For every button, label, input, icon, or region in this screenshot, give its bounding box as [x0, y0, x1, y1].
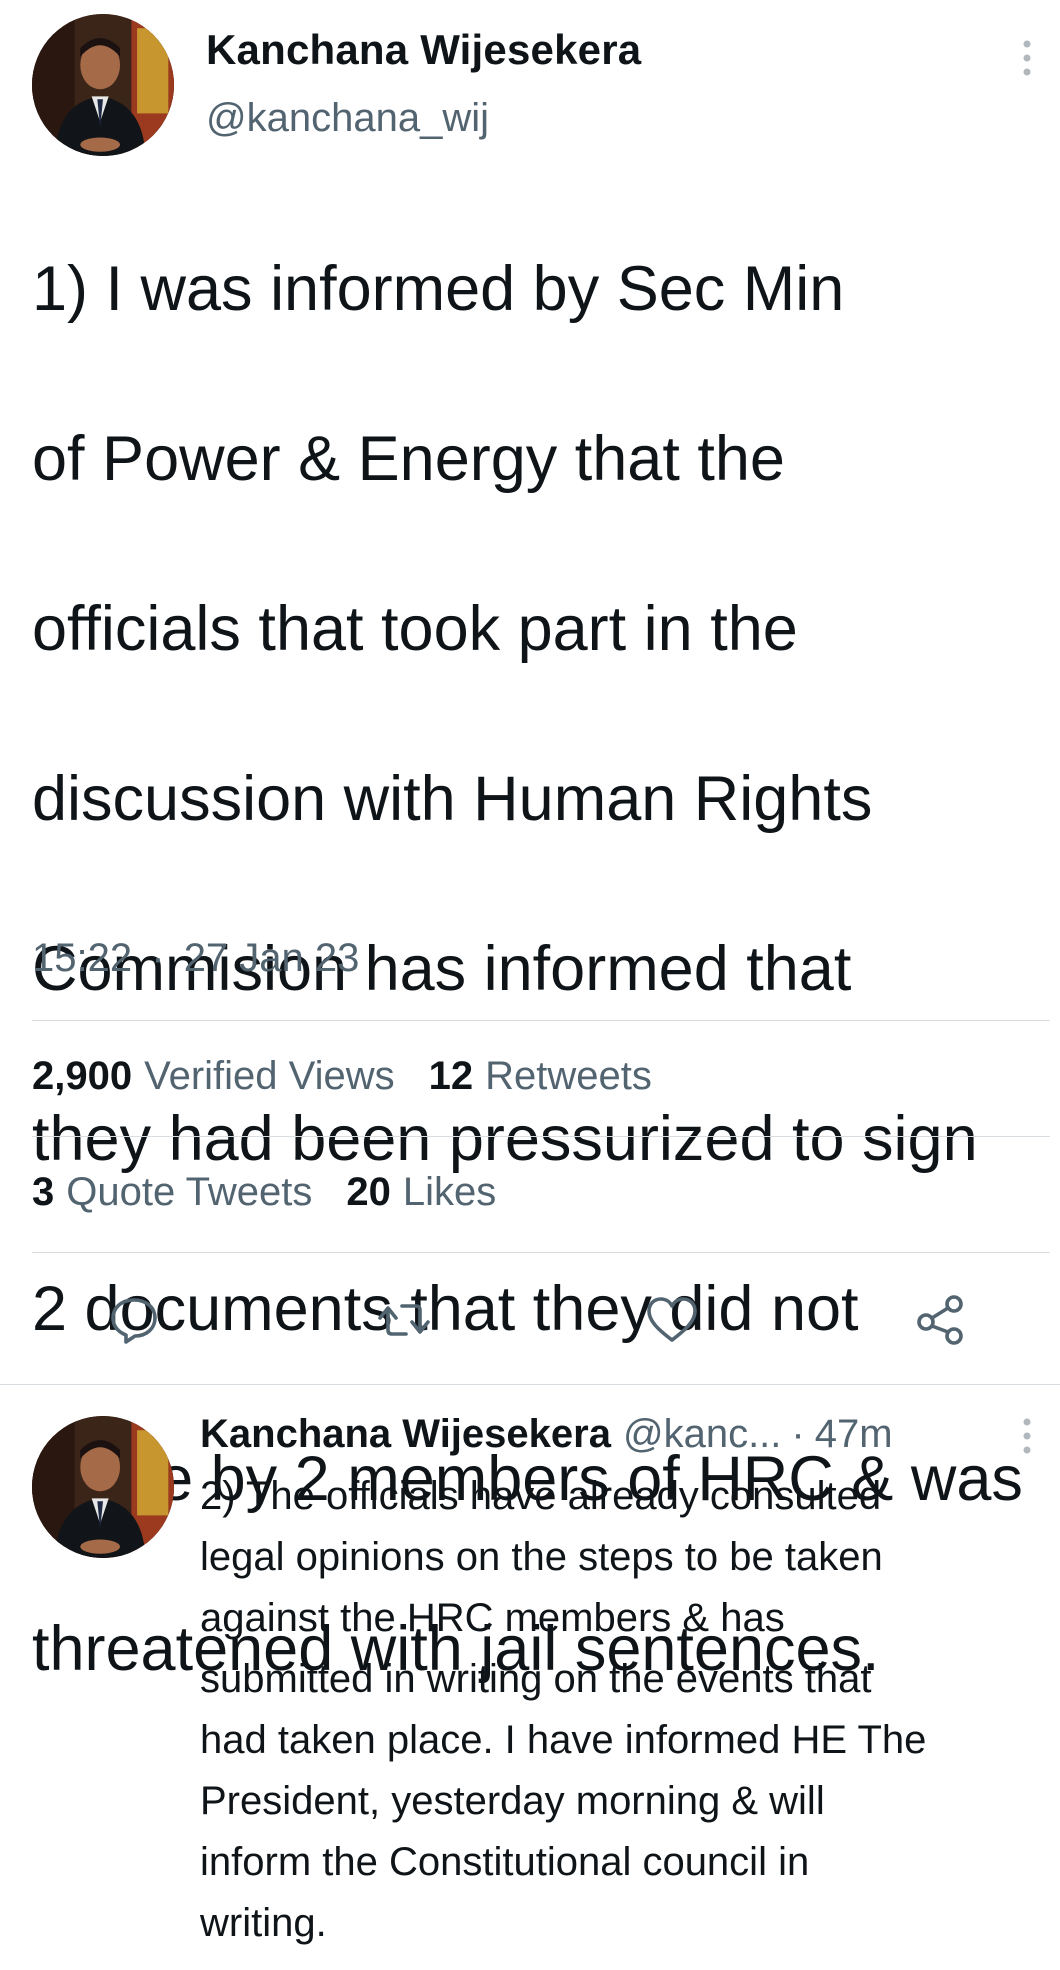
reply-icon	[111, 1298, 157, 1344]
retweets-label: Retweets	[485, 1054, 652, 1098]
avatar-photo-icon	[32, 1416, 174, 1558]
main-tweet: Kanchana Wijesekera @kanchana_wij 1) I w…	[0, 0, 1060, 1684]
stats-row-2: 3 Quote Tweets 20 Likes	[32, 1170, 530, 1215]
like-button[interactable]	[644, 1292, 700, 1348]
heart-icon	[647, 1297, 697, 1342]
quote-tweets-count: 3	[32, 1170, 55, 1214]
reply-text-line: inform the Constitutional council in	[200, 1840, 810, 1884]
reply-separator: ·	[791, 1412, 805, 1456]
quote-tweets-label: Quote Tweets	[66, 1170, 313, 1214]
divider	[32, 1252, 1050, 1253]
author-handle[interactable]: @kanchana_wij	[206, 96, 489, 141]
author-name[interactable]: Kanchana Wijesekera	[206, 26, 641, 74]
tweet-divider	[0, 1384, 1060, 1385]
avatar[interactable]	[32, 14, 174, 156]
quote-tweets-stat[interactable]: 3 Quote Tweets	[32, 1170, 312, 1215]
more-options-icon[interactable]	[1012, 36, 1042, 80]
reply-author-handle[interactable]: @kanc...	[623, 1412, 781, 1457]
stats-row-1: 2,900 Verified Views 12 Retweets	[32, 1054, 686, 1099]
retweets-count: 12	[428, 1054, 474, 1098]
avatar[interactable]	[32, 1416, 174, 1558]
action-bar	[0, 1280, 1060, 1360]
avatar-photo-icon	[32, 14, 174, 156]
reply-button[interactable]	[106, 1292, 162, 1348]
reply-text-line: President, yesterday morning & will	[200, 1779, 825, 1823]
more-options-icon[interactable]	[1012, 1414, 1042, 1458]
likes-count: 20	[346, 1170, 391, 1214]
reply-author-name[interactable]: Kanchana Wijesekera	[200, 1412, 611, 1457]
reply-text-line: against the HRC members & has	[200, 1596, 785, 1640]
tweet-text-line: of Power & Energy that the	[32, 424, 785, 494]
share-icon	[917, 1295, 963, 1345]
reply-text-line: had taken place. I have informed HE The	[200, 1718, 927, 1762]
reply-time[interactable]: 47m	[815, 1412, 893, 1457]
tweet-text-line: officials that took part in the	[32, 594, 798, 664]
retweets-stat[interactable]: 12 Retweets	[429, 1054, 652, 1099]
tweet-text-line: 1) I was informed by Sec Min	[32, 254, 845, 324]
reply-header: Kanchana Wijesekera @kanc... · 47m	[200, 1412, 893, 1457]
retweet-icon	[378, 1304, 430, 1336]
divider	[32, 1136, 1050, 1137]
tweet-time: 15:22	[32, 936, 133, 980]
tweet-date: 27 Jan 23	[183, 936, 360, 980]
views-count: 2,900	[32, 1054, 133, 1098]
likes-stat[interactable]: 20 Likes	[346, 1170, 496, 1215]
reply-text-line: submitted in writing on the events that	[200, 1657, 872, 1701]
reply-text-line: 2) The officials have already consulted	[200, 1474, 882, 1518]
reply-text: 2) The officials have already consulted …	[200, 1466, 1050, 1954]
share-button[interactable]	[912, 1292, 968, 1348]
divider	[32, 1020, 1050, 1021]
likes-label: Likes	[402, 1170, 497, 1214]
tweet-timestamp[interactable]: 15:22 · 27 Jan 23	[32, 936, 359, 981]
views-stat[interactable]: 2,900 Verified Views	[32, 1054, 395, 1099]
reply-text-line: legal opinions on the steps to be taken	[200, 1535, 883, 1579]
meta-separator: ·	[151, 936, 165, 980]
reply-tweet[interactable]: Kanchana Wijesekera @kanc... · 47m 2) Th…	[0, 1386, 1060, 1970]
retweet-button[interactable]	[376, 1292, 432, 1348]
reply-text-line: writing.	[200, 1901, 327, 1945]
tweet-text-line: discussion with Human Rights	[32, 764, 873, 834]
views-label: Verified Views	[144, 1054, 395, 1098]
